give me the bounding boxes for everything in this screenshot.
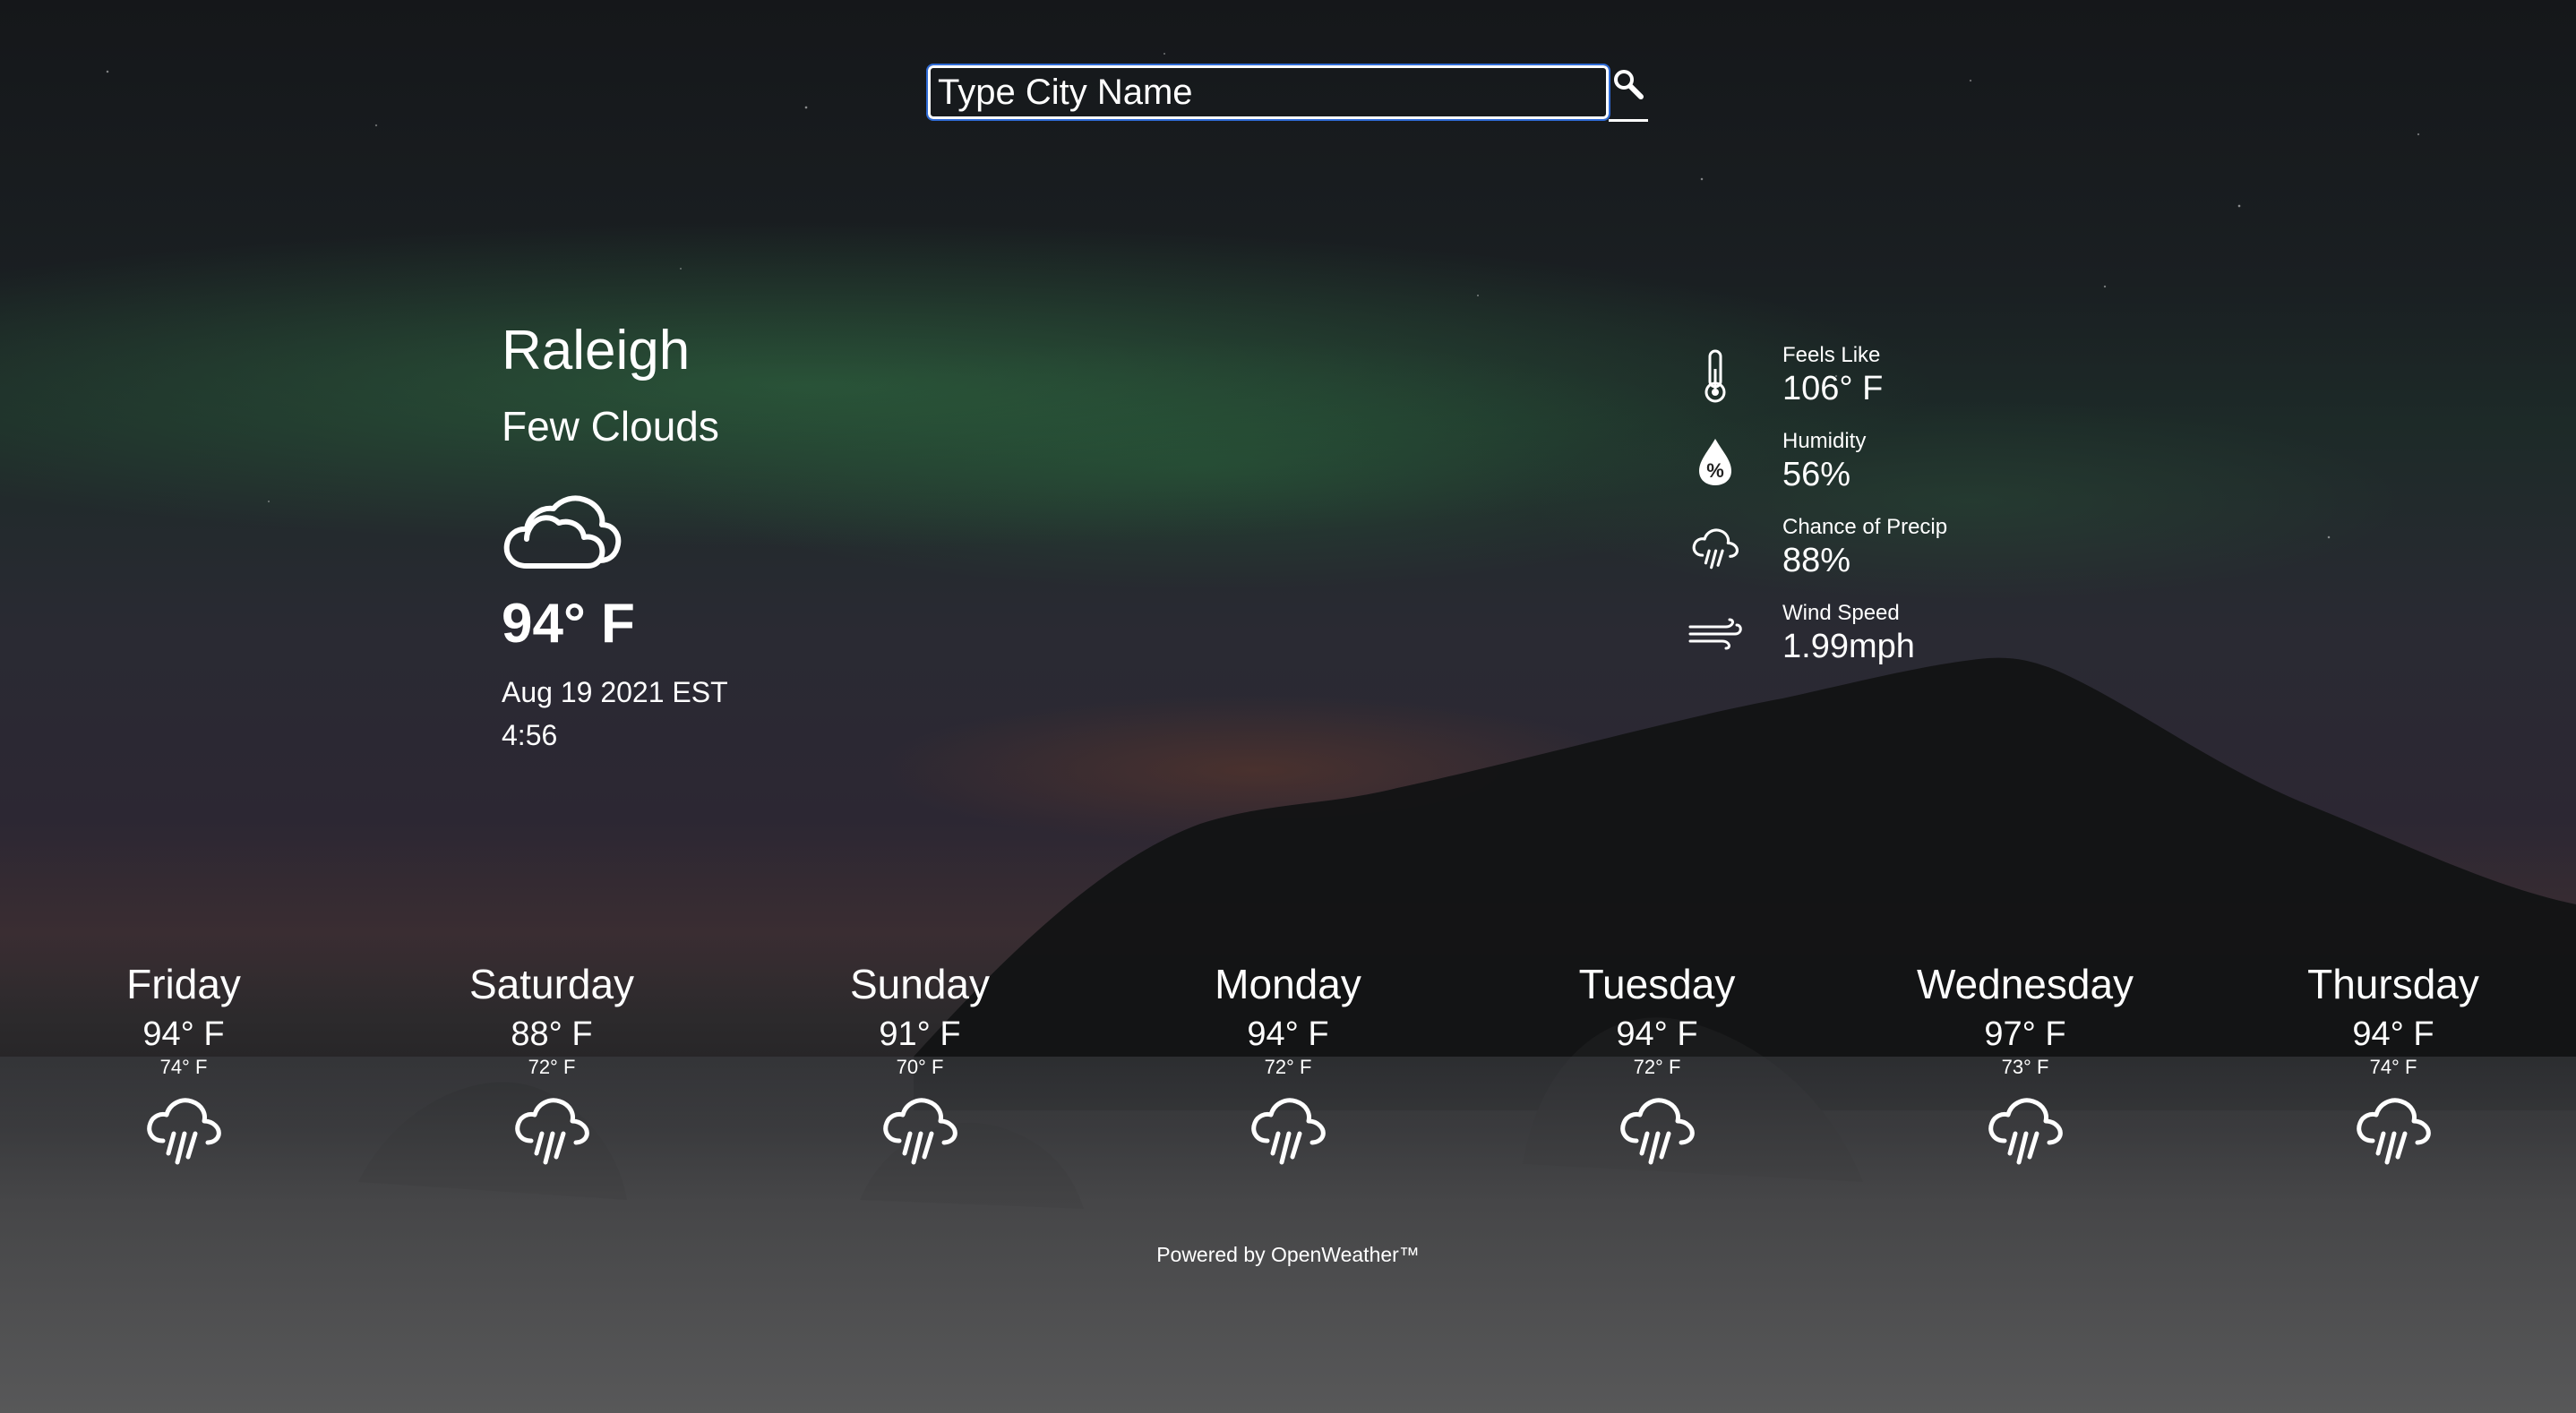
wind-icon bbox=[1688, 618, 1742, 650]
search-icon bbox=[1614, 70, 1644, 99]
forecast-low: 72° F bbox=[1264, 1056, 1312, 1078]
forecast-low: 72° F bbox=[528, 1056, 576, 1078]
forecast-list: Friday 94° F 74° F Saturday 88° F 72° F … bbox=[0, 953, 2576, 1168]
weather-details: Feels Like 106° F % Humidity 56% Chance … bbox=[1666, 333, 1947, 677]
forecast-high: 94° F bbox=[1247, 1015, 1329, 1053]
detail-label: Chance of Precip bbox=[1782, 515, 1948, 539]
current-time: 4:56 bbox=[502, 719, 558, 751]
rain-cloud-icon bbox=[515, 1098, 589, 1165]
detail-value: 1.99mph bbox=[1782, 628, 1915, 665]
forecast-day-name: Wednesday bbox=[1916, 961, 2134, 1007]
detail-humidity: % Humidity 56% bbox=[1666, 419, 1947, 505]
svg-text:%: % bbox=[1706, 459, 1724, 482]
detail-label: Wind Speed bbox=[1782, 601, 1900, 625]
forecast-day-name: Tuesday bbox=[1578, 961, 1736, 1007]
rain-cloud-icon bbox=[147, 1098, 221, 1165]
forecast-day-name: Monday bbox=[1215, 961, 1361, 1007]
forecast-low: 70° F bbox=[896, 1056, 944, 1078]
forecast-high: 94° F bbox=[2352, 1015, 2434, 1053]
footer-attribution[interactable]: Powered by OpenWeather™ bbox=[1156, 1243, 1420, 1267]
detail-value: 56% bbox=[1782, 456, 1851, 493]
weather-app: Raleigh Few Clouds 94° F Aug 19 2021 EST… bbox=[0, 0, 2576, 1413]
detail-value: 106° F bbox=[1782, 370, 1884, 407]
detail-value: 88% bbox=[1782, 542, 1851, 579]
forecast-high: 94° F bbox=[142, 1015, 225, 1053]
forecast-high: 88° F bbox=[511, 1015, 593, 1053]
detail-label: Feels Like bbox=[1782, 343, 1881, 367]
forecast-low: 74° F bbox=[2369, 1056, 2417, 1078]
rain-cloud-icon bbox=[2357, 1098, 2431, 1165]
forecast-day-name: Thursday bbox=[2307, 961, 2479, 1007]
search-bar bbox=[926, 63, 1648, 122]
forecast-high: 94° F bbox=[1616, 1015, 1698, 1053]
detail-feels-like: Feels Like 106° F bbox=[1666, 333, 1947, 419]
forecast-day-thursday: Thursday 94° F 74° F bbox=[2259, 953, 2528, 1169]
forecast-day-tuesday: Tuesday 94° F 72° F bbox=[1523, 953, 1791, 1169]
rain-cloud-icon bbox=[1692, 528, 1739, 569]
forecast-day-wednesday: Wednesday 97° F 73° F bbox=[1891, 953, 2160, 1169]
thermometer-icon bbox=[1704, 349, 1726, 403]
forecast-day-saturday: Saturday 88° F 72° F bbox=[417, 953, 686, 1169]
forecast-low: 72° F bbox=[1633, 1056, 1681, 1078]
rain-cloud-icon bbox=[1620, 1098, 1695, 1165]
forecast-day-sunday: Sunday 91° F 70° F bbox=[786, 953, 1054, 1169]
forecast-high: 91° F bbox=[879, 1015, 961, 1053]
search-button[interactable] bbox=[1609, 63, 1648, 122]
rain-cloud-icon bbox=[1251, 1098, 1326, 1165]
detail-label: Humidity bbox=[1782, 429, 1867, 453]
forecast-day-monday: Monday 94° F 72° F bbox=[1154, 953, 1422, 1169]
forecast-day-name: Saturday bbox=[468, 961, 635, 1007]
forecast-low: 74° F bbox=[159, 1056, 208, 1078]
detail-wind: Wind Speed 1.99mph bbox=[1666, 591, 1947, 677]
current-date: Aug 19 2021 EST bbox=[502, 676, 728, 708]
rain-cloud-icon bbox=[883, 1098, 957, 1165]
rain-cloud-icon bbox=[1988, 1098, 2063, 1165]
cloud-icon bbox=[503, 495, 622, 569]
forecast-high: 97° F bbox=[1984, 1015, 2066, 1053]
city-search-input[interactable] bbox=[926, 64, 1610, 121]
forecast-low: 73° F bbox=[2001, 1056, 2049, 1078]
weather-description: Few Clouds bbox=[502, 403, 719, 450]
detail-precip: Chance of Precip 88% bbox=[1666, 505, 1947, 591]
city-name: Raleigh bbox=[502, 320, 691, 381]
current-temperature: 94° F bbox=[502, 593, 635, 655]
forecast-day-name: Sunday bbox=[849, 961, 990, 1007]
current-weather: Raleigh Few Clouds 94° F Aug 19 2021 EST… bbox=[502, 315, 728, 755]
forecast-day-friday: Friday 94° F 74° F bbox=[49, 953, 318, 1169]
humidity-drop-icon: % bbox=[1699, 439, 1731, 485]
forecast-day-name: Friday bbox=[126, 961, 241, 1007]
